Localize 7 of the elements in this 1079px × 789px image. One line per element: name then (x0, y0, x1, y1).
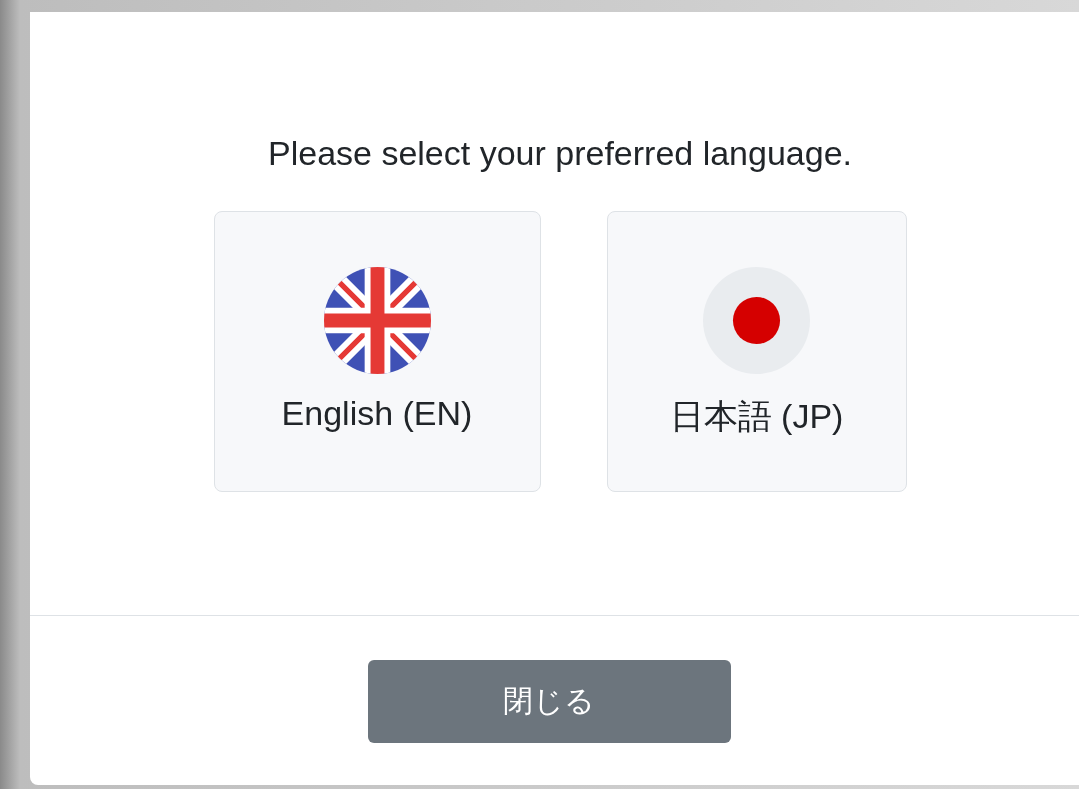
japan-flag-icon (703, 267, 810, 374)
language-label: 日本語 (JP) (669, 396, 844, 437)
dialog-prompt: Please select your preferred language. (268, 134, 852, 173)
language-option[interactable]: 日本語 (JP) (606, 211, 907, 492)
language-option[interactable]: English (EN) (213, 211, 541, 492)
close-button[interactable]: 閉じる (367, 660, 731, 743)
language-label: English (EN) (281, 394, 473, 433)
